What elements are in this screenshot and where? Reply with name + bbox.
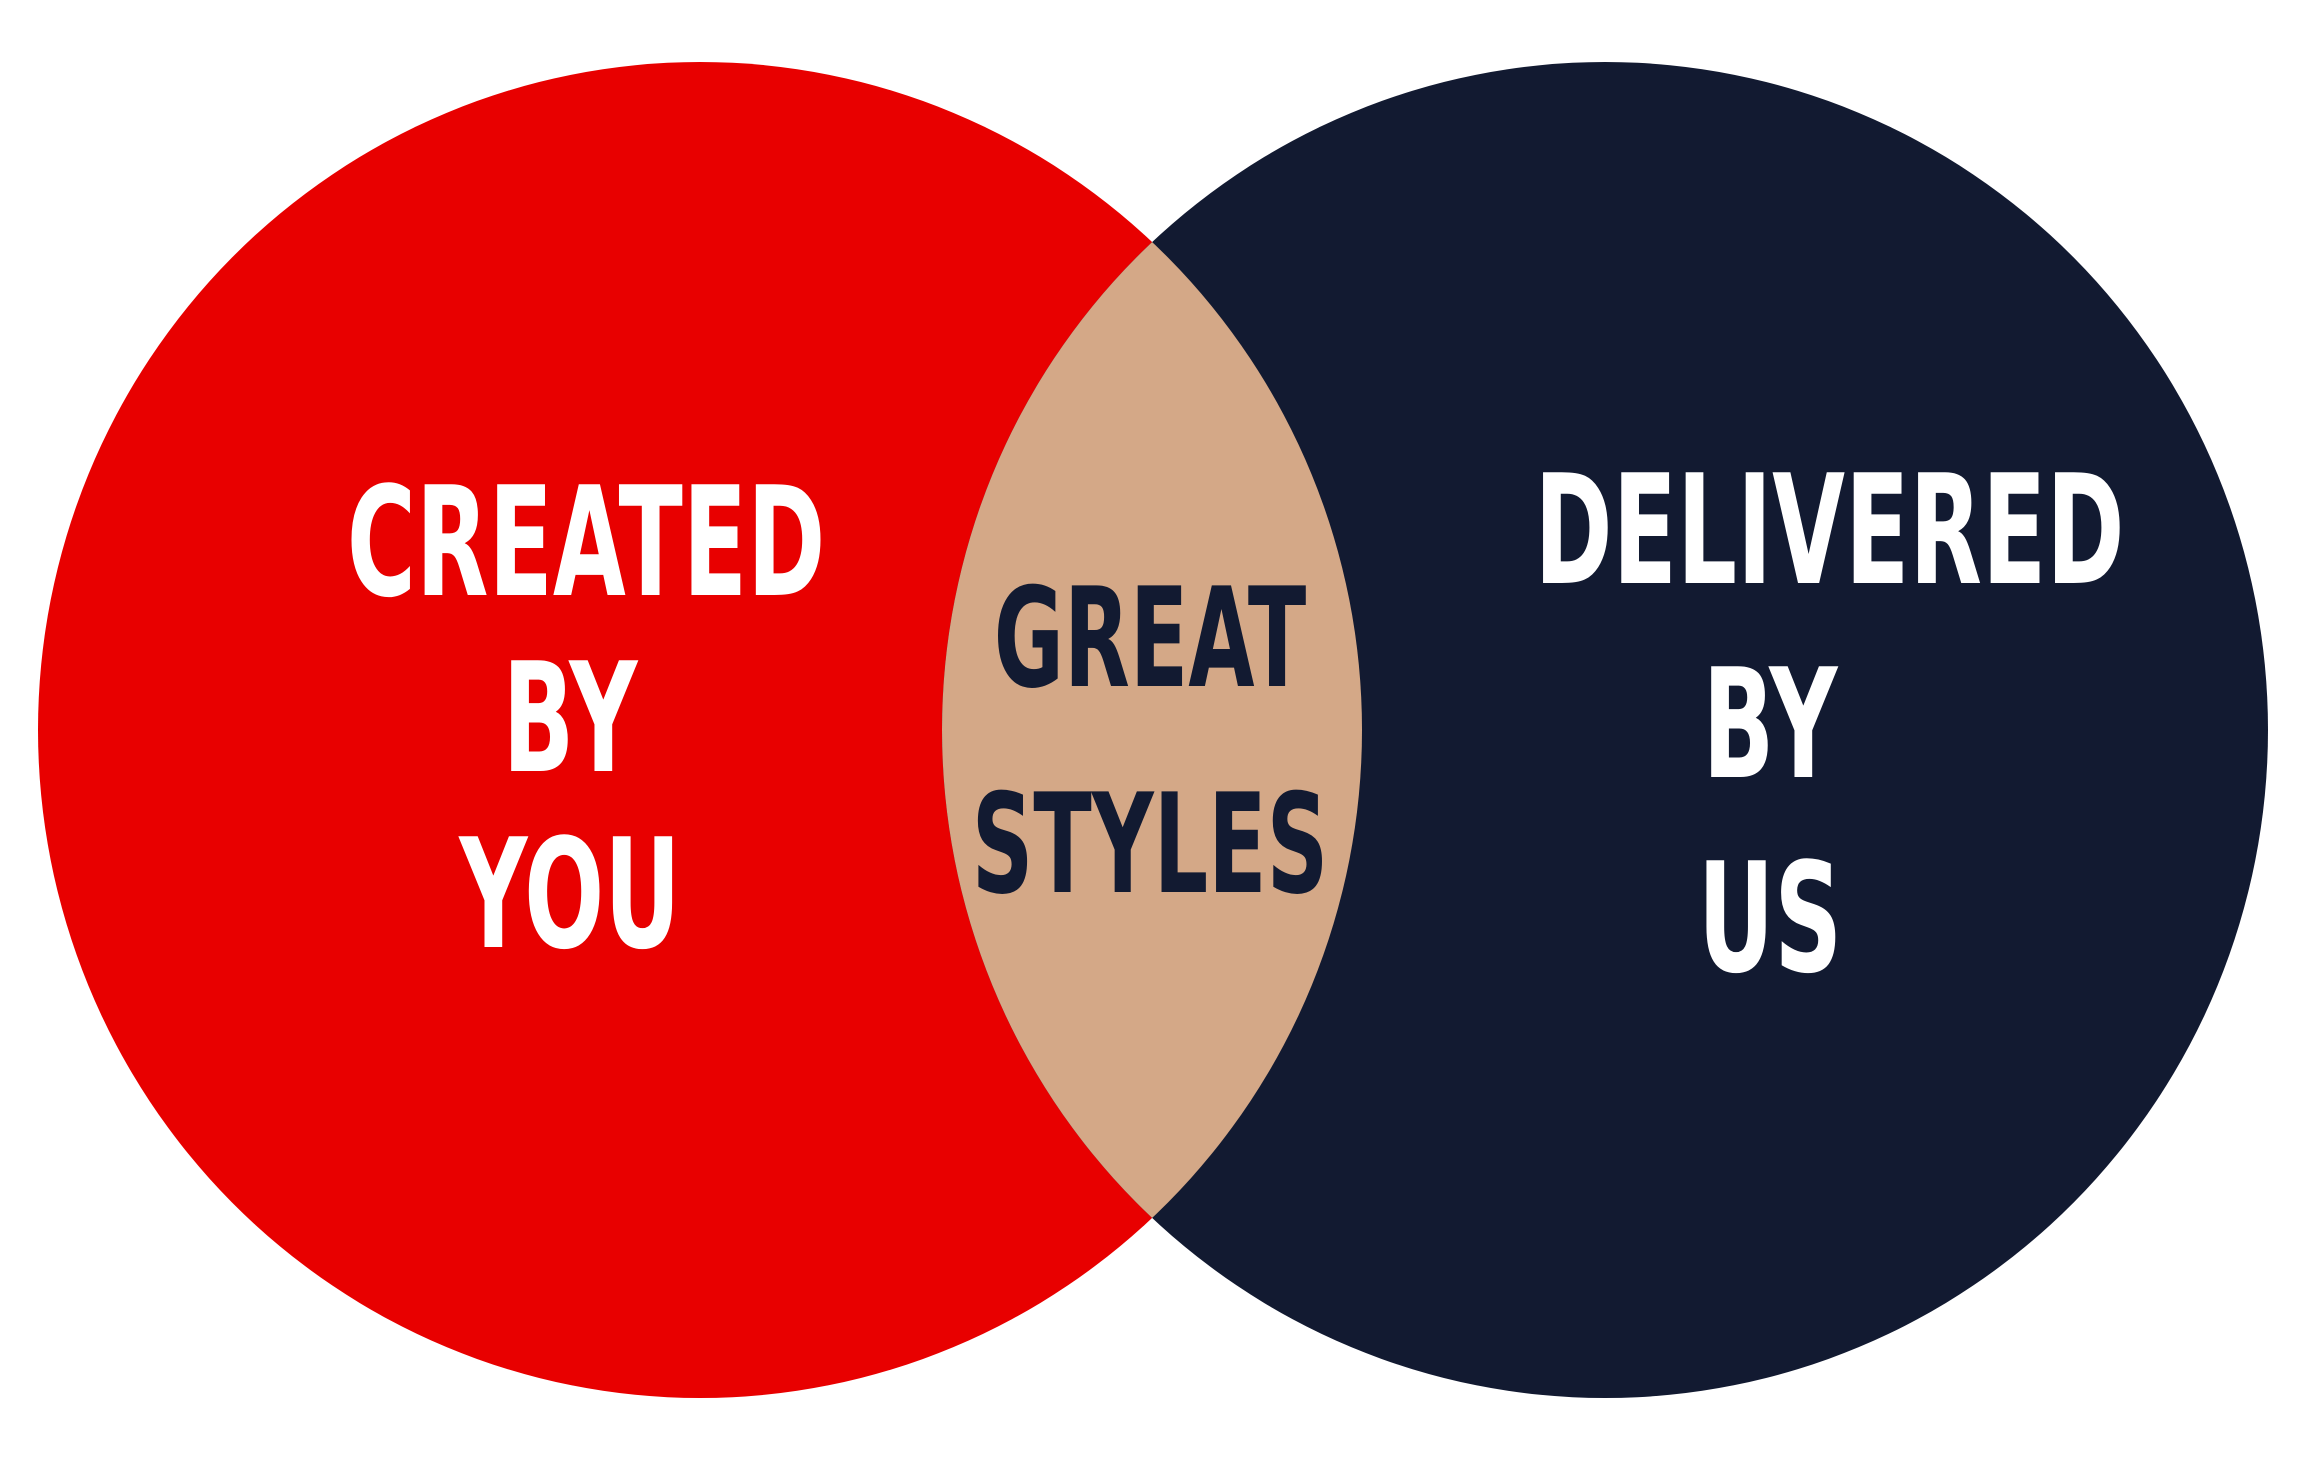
venn-diagram: CREATED BY YOU GREAT STYLES DELIVERED BY… bbox=[0, 0, 2303, 1465]
center-label-line-1: GREAT bbox=[993, 558, 1307, 719]
center-label-line-2: STYLES bbox=[971, 764, 1329, 925]
right-label-line-2: BY bbox=[1702, 636, 1838, 813]
left-label-line-3: YOU bbox=[459, 806, 681, 983]
intersection-label: GREAT STYLES bbox=[964, 536, 1336, 948]
right-circle-label: DELIVERED BY US bbox=[1534, 434, 2125, 1016]
right-label-line-3: US bbox=[1697, 830, 1843, 1007]
right-label-line-1: DELIVERED bbox=[1534, 442, 2125, 619]
left-label-line-1: CREATED bbox=[346, 454, 826, 631]
left-circle-label: CREATED BY YOU bbox=[346, 454, 826, 983]
left-label-line-2: BY bbox=[502, 630, 638, 807]
